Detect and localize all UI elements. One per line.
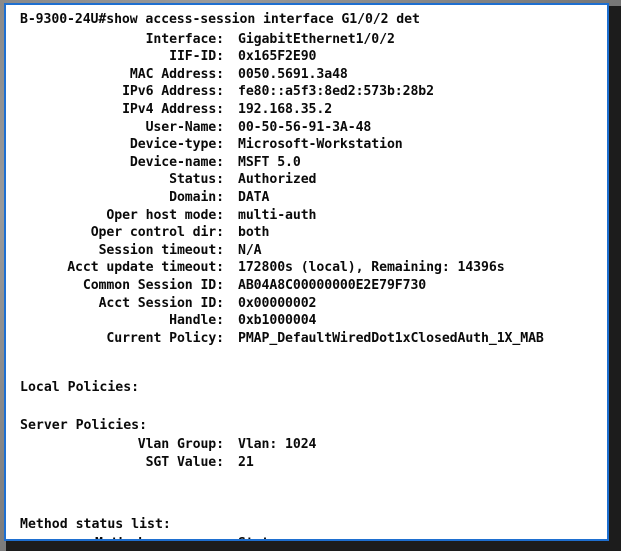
detail-row-acct-session-id: Acct Session ID: 0x00000002: [12, 293, 603, 311]
state-column-header: State: [238, 535, 277, 539]
terminal-output-area[interactable]: B-9300-24U#show access-session interface…: [6, 5, 607, 539]
detail-row-ipv4-address: IPv4 Address: 192.168.35.2: [12, 99, 603, 117]
screenshot-root: B-9300-24U#show access-session interface…: [0, 0, 621, 551]
detail-label: Current Policy:: [106, 330, 224, 346]
detail-row-acct-update-timeout: Acct update timeout: 172800s (local), Rem…: [12, 257, 603, 275]
detail-label: SGT Value:: [145, 455, 225, 471]
detail-row-handle: Handle: 0xb1000004: [12, 310, 603, 328]
detail-value: DATA: [238, 189, 270, 205]
detail-row-mac-address: MAC Address: 0050.5691.3a48: [12, 64, 603, 82]
detail-row-common-session-id: Common Session ID: AB04A8C00000000E2E79F7…: [12, 275, 603, 293]
detail-row-user-name: User-Name: 00-50-56-91-3A-48: [12, 117, 603, 135]
detail-value: AB04A8C00000000E2E79F730: [238, 277, 427, 293]
detail-row-current-policy: Current Policy: PMAP_DefaultWiredDot1xClo…: [12, 328, 603, 346]
method-table-header-row: Method State: [12, 533, 603, 539]
server-policies-heading: Server Policies:: [20, 417, 148, 433]
detail-row-oper-host-mode: Oper host mode: multi-auth: [12, 205, 603, 223]
server-policy-row-sgt-value: SGT Value: 21: [12, 452, 603, 470]
detail-value: 192.168.35.2: [238, 101, 333, 117]
detail-row-oper-control-dir: Oper control dir: both: [12, 222, 603, 240]
terminal-window[interactable]: B-9300-24U#show access-session interface…: [4, 3, 609, 541]
detail-label: IPv4 Address:: [122, 101, 224, 117]
detail-row-device-name: Device-name: MSFT 5.0: [12, 152, 603, 170]
detail-value: 21: [238, 455, 254, 471]
server-policy-row-vlan-group: Vlan Group: Vlan: 1024: [12, 434, 603, 452]
detail-label: Common Session ID:: [82, 277, 224, 293]
detail-row-ipv6-address: IPv6 Address: fe80::a5f3:8ed2:573b:28b2: [12, 81, 603, 99]
method-status-list-heading: Method status list:: [20, 516, 171, 532]
detail-row-status: Status: Authorized: [12, 169, 603, 187]
detail-label: Domain:: [169, 189, 224, 205]
command-prompt-line: B-9300-24U#show access-session interface…: [20, 12, 420, 27]
detail-row-domain: Domain: DATA: [12, 187, 603, 205]
detail-value: PMAP_DefaultWiredDot1xClosedAuth_1X_MAB: [238, 330, 544, 346]
method-column-header: Method: [12, 535, 142, 539]
local-policies-heading: Local Policies:: [20, 380, 140, 396]
detail-row-session-timeout: Session timeout: N/A: [12, 240, 603, 258]
detail-row-iif-id: IIF-ID: 0x165F2E90: [12, 46, 603, 64]
detail-row-device-type: Device-type: Microsoft-Workstation: [12, 134, 603, 152]
detail-row-interface: Interface: GigabitEthernet1/0/2: [12, 29, 603, 47]
